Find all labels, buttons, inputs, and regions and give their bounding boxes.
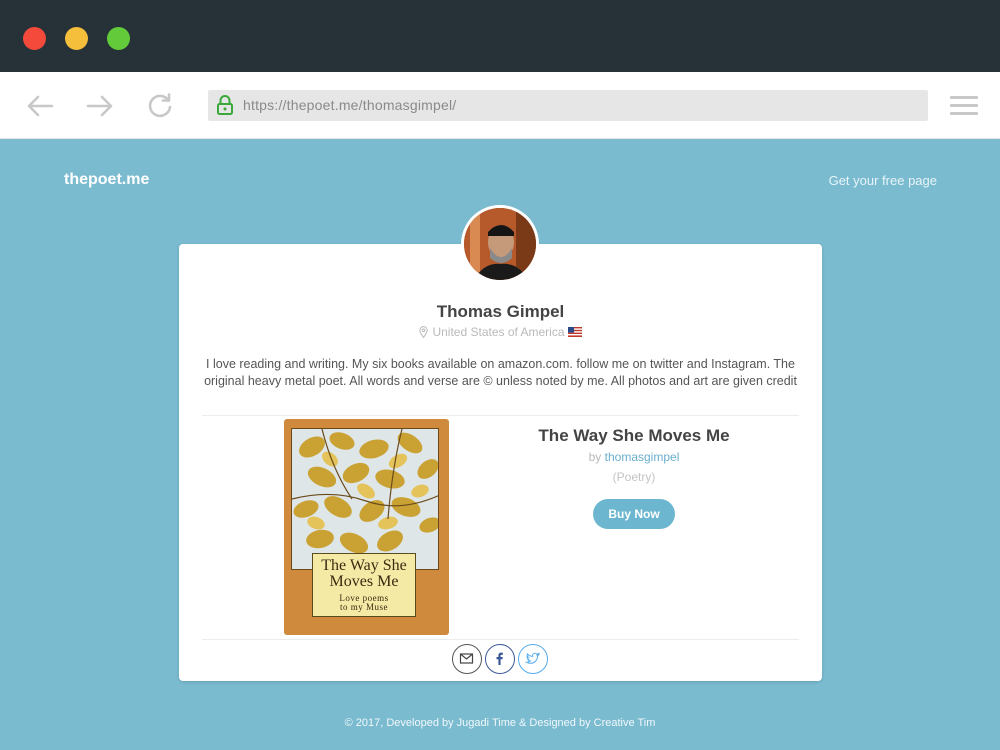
location-text: United States of America (432, 325, 565, 339)
profile-name: Thomas Gimpel (436, 302, 565, 321)
avatar (461, 205, 539, 283)
footer-credits: © 2017, Developed by Jugadi Time & Desig… (344, 717, 656, 729)
book-genre: (Poetry) (612, 470, 656, 484)
book-title: The Way She Moves Me (538, 426, 730, 445)
hamburger-menu-icon[interactable] (950, 96, 978, 116)
back-button[interactable] (24, 90, 56, 122)
url-text[interactable]: https://thepoet.me/thomasgimpel/ (243, 97, 456, 113)
arrow-left-icon (27, 95, 54, 117)
share-facebook-button[interactable] (485, 644, 515, 674)
reload-button[interactable] (144, 90, 176, 122)
forward-button[interactable] (84, 90, 116, 122)
twitter-icon (524, 652, 541, 664)
divider (202, 415, 799, 416)
window-maximize-button[interactable] (107, 27, 130, 50)
arrow-right-icon (86, 95, 113, 117)
avatar-photo (464, 208, 536, 280)
cover-title-label: The Way She Moves Me Love poems to my Mu… (312, 553, 416, 617)
browser-toolbar: https://thepoet.me/thomasgimpel/ (0, 72, 1000, 139)
cover-photo (291, 428, 439, 570)
book-author-line: by thomasgimpel (509, 450, 759, 464)
author-link[interactable]: thomasgimpel (605, 450, 680, 464)
profile-card: Thomas Gimpel United States of America I… (179, 244, 822, 681)
buy-now-button[interactable]: Buy Now (593, 499, 675, 529)
profile-bio: I love reading and writing. My six books… (204, 357, 797, 388)
book-cover[interactable]: The Way She Moves Me Love poems to my Mu… (284, 419, 449, 635)
site-logo[interactable]: thepoet.me (64, 171, 149, 189)
envelope-icon (459, 653, 474, 664)
cover-title: The Way She Moves Me (321, 557, 407, 590)
window-minimize-button[interactable] (65, 27, 88, 50)
profile-location: United States of America (179, 325, 822, 339)
get-free-page-link[interactable]: Get your free page (829, 173, 937, 188)
address-bar[interactable]: https://thepoet.me/thomasgimpel/ (208, 90, 928, 121)
cover-subtitle-2: to my Muse (339, 602, 388, 612)
us-flag-icon (567, 327, 582, 337)
window-titlebar (0, 0, 1000, 72)
map-pin-icon (419, 326, 429, 338)
facebook-icon (496, 652, 503, 665)
share-twitter-button[interactable] (518, 644, 548, 674)
lock-icon (217, 95, 233, 115)
reload-icon (148, 93, 172, 118)
divider (202, 639, 799, 640)
by-label: by (588, 450, 602, 464)
share-email-button[interactable] (452, 644, 482, 674)
window-close-button[interactable] (23, 27, 46, 50)
